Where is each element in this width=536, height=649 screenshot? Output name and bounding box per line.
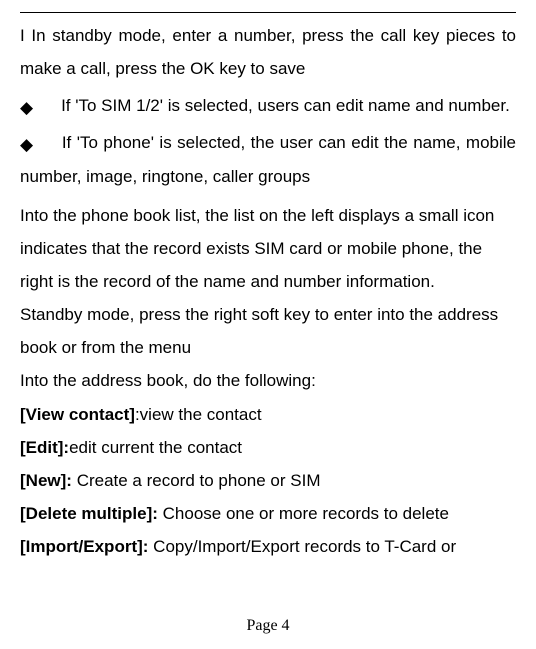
item-desc: view the contact <box>140 405 262 424</box>
page-footer: Page 4 <box>0 610 536 641</box>
item-edit: [Edit]:edit current the contact <box>20 431 516 464</box>
diamond-bullet-icon: ◆ <box>20 135 34 154</box>
item-import-export: [Import/Export]: Copy/Import/Export reco… <box>20 530 516 563</box>
bullet-text-1: If 'To SIM 1/2' is selected, users can e… <box>61 96 510 115</box>
paragraph-list-info: Into the phone book list, the list on th… <box>20 199 516 298</box>
item-delete-multiple: [Delete multiple]: Choose one or more re… <box>20 497 516 530</box>
top-rule <box>20 12 516 13</box>
item-desc: edit current the contact <box>69 438 242 457</box>
item-desc: Create a record to phone or SIM <box>77 471 321 490</box>
item-label: [New]: <box>20 471 72 490</box>
item-new: [New]: Create a record to phone or SIM <box>20 464 516 497</box>
diamond-bullet-icon: ◆ <box>20 98 33 117</box>
intro-paragraph: I In standby mode, enter a number, press… <box>20 19 516 85</box>
bullet-text-2: If 'To phone' is selected, the user can … <box>20 133 516 185</box>
item-label: [Delete multiple]: <box>20 504 158 523</box>
bullet-item-2: ◆If 'To phone' is selected, the user can… <box>20 126 516 192</box>
page-content: I In standby mode, enter a number, press… <box>20 12 516 602</box>
bullet-item-1: ◆ If 'To SIM 1/2' is selected, users can … <box>20 89 516 122</box>
item-desc: Copy/Import/Export records to T-Card or <box>153 537 456 556</box>
paragraph-standby: Standby mode, press the right soft key t… <box>20 298 516 364</box>
item-label: [Import/Export]: <box>20 537 148 556</box>
item-label: [Edit]: <box>20 438 69 457</box>
item-desc: Choose one or more records to delete <box>163 504 449 523</box>
paragraph-into: Into the address book, do the following: <box>20 364 516 397</box>
item-label: [View contact] <box>20 405 135 424</box>
item-view-contact: [View contact]:view the contact <box>20 398 516 431</box>
